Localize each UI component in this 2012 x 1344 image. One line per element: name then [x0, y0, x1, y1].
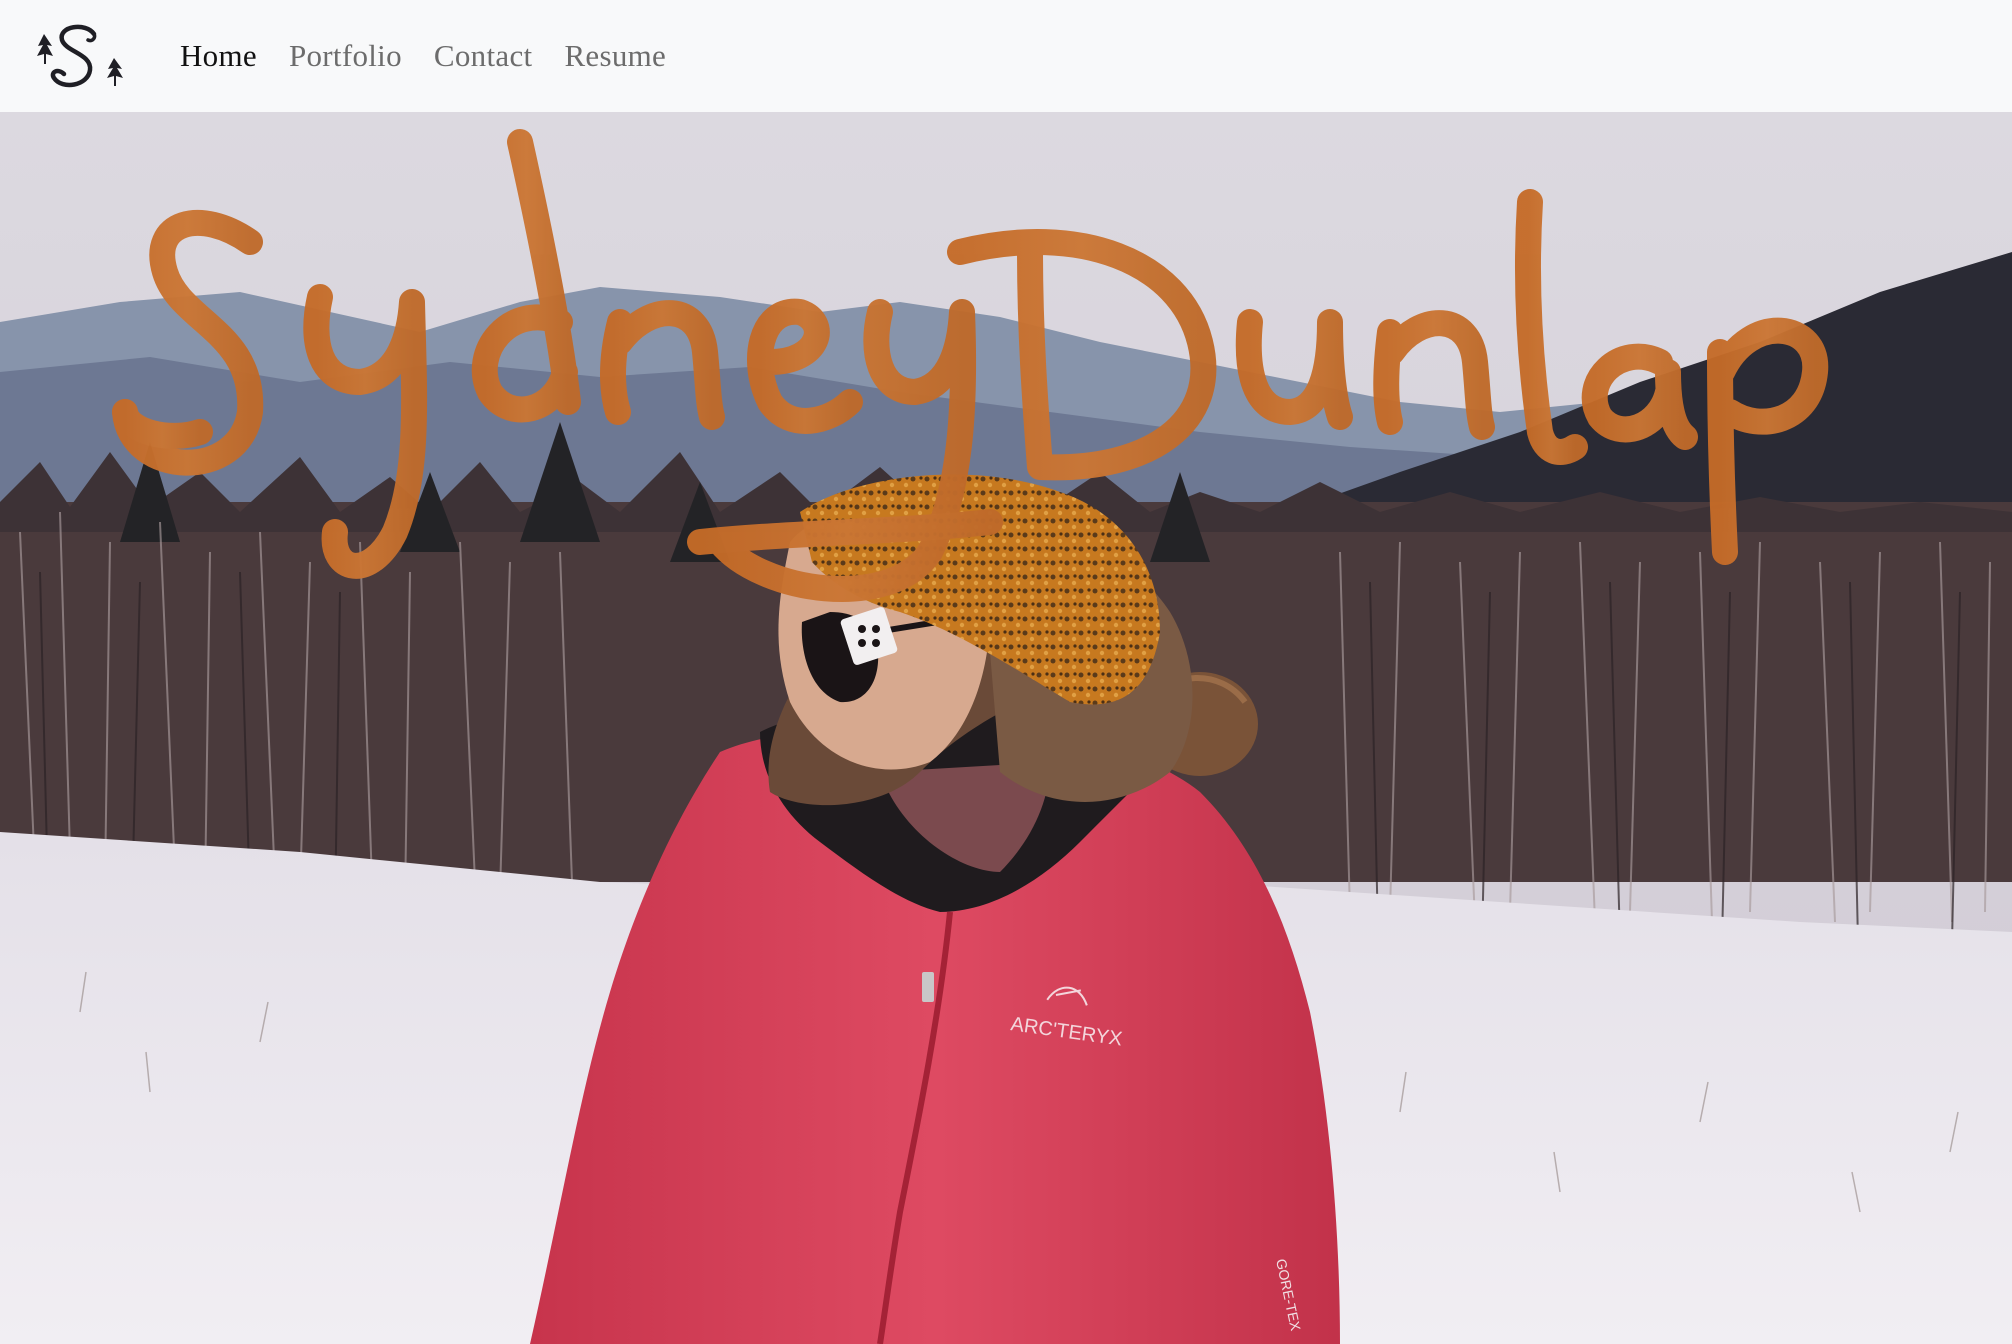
hero-photo: ARC'TERYX GORE-TEX — [0, 112, 2012, 1344]
nav-link-home[interactable]: Home — [180, 38, 257, 74]
nav-link-contact[interactable]: Contact — [434, 38, 533, 74]
hero-banner: ARC'TERYX GORE-TEX — [0, 112, 2012, 1344]
nav-link-portfolio[interactable]: Portfolio — [289, 38, 402, 74]
logo-s-pine-trees-icon[interactable] — [34, 20, 130, 92]
top-navbar: Home Portfolio Contact Resume — [0, 0, 2012, 112]
nav-link-resume[interactable]: Resume — [564, 38, 666, 74]
